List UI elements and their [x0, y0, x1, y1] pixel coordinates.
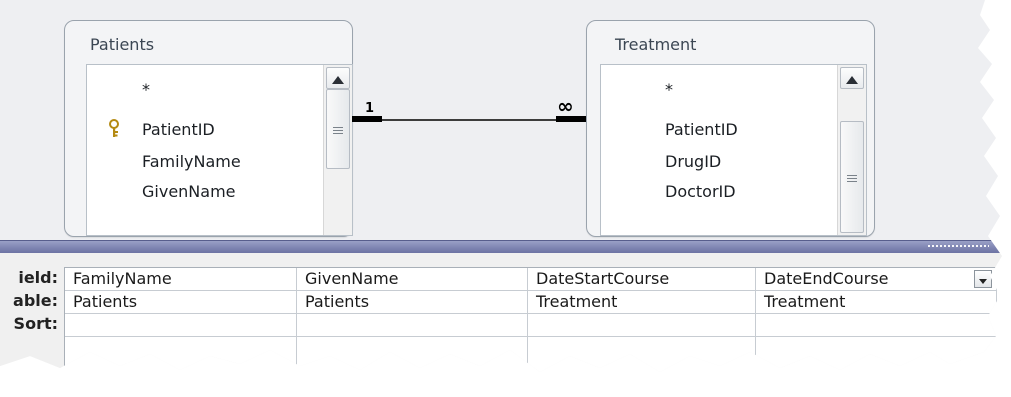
scroll-thumb[interactable] — [840, 121, 864, 233]
sort-cell[interactable] — [65, 314, 296, 337]
grid-column: DateEndCourse Treatment — [756, 268, 997, 372]
grip-lines-icon — [846, 168, 858, 187]
query-grid-area: ield: able: Sort: FamilyName Patients Gi… — [0, 253, 1002, 372]
row-label-field: ield: — [18, 268, 58, 287]
qbe-grid: FamilyName Patients GivenName Patients D… — [64, 267, 1002, 372]
field-cell-value: DateEndCourse — [764, 269, 889, 288]
field-item[interactable]: * — [665, 80, 673, 99]
scroll-up-button[interactable] — [840, 67, 864, 89]
row-label-sort: Sort: — [13, 314, 58, 333]
sort-cell[interactable] — [756, 314, 996, 337]
pane-splitter[interactable] — [0, 240, 1002, 253]
query-design-window: Patients * PatientID FamilyName GivenNam… — [0, 0, 1002, 372]
field-dropdown-button[interactable] — [974, 270, 992, 288]
table-cell[interactable]: Patients — [297, 291, 527, 314]
grid-column: DateStartCourse Treatment — [528, 268, 756, 372]
grid-column: FamilyName Patients — [65, 268, 297, 372]
chevron-down-icon — [979, 268, 987, 290]
field-cell[interactable]: DateEndCourse — [756, 268, 996, 291]
sort-cell[interactable] — [528, 314, 755, 337]
triangle-up-icon — [846, 69, 858, 88]
field-cell[interactable]: FamilyName — [65, 268, 296, 291]
sort-cell[interactable] — [297, 314, 527, 337]
field-cell[interactable]: GivenName — [297, 268, 527, 291]
one-side-label: 1 — [365, 101, 374, 116]
query-design-area: Patients * PatientID FamilyName GivenNam… — [0, 0, 1002, 240]
table-cell[interactable]: Patients — [65, 291, 296, 314]
splitter-grip[interactable] — [927, 244, 989, 248]
field-cell[interactable]: DateStartCourse — [528, 268, 755, 291]
field-item[interactable]: DoctorID — [665, 182, 736, 201]
row-label-table: able: — [13, 291, 58, 310]
vertical-scrollbar[interactable] — [837, 65, 866, 235]
field-item[interactable]: PatientID — [665, 120, 738, 139]
field-list[interactable]: * PatientID DrugID DoctorID — [600, 64, 867, 236]
table-title: Treatment — [615, 35, 697, 54]
many-side-label: ∞ — [557, 94, 574, 118]
table-cell[interactable]: Treatment — [756, 291, 996, 314]
grid-column: GivenName Patients — [297, 268, 528, 372]
field-item[interactable]: DrugID — [665, 152, 721, 171]
row-labels: ield: able: Sort: — [0, 253, 64, 372]
table-cell[interactable]: Treatment — [528, 291, 755, 314]
treatment-table-box[interactable]: Treatment * PatientID DrugID DoctorID — [586, 20, 875, 237]
